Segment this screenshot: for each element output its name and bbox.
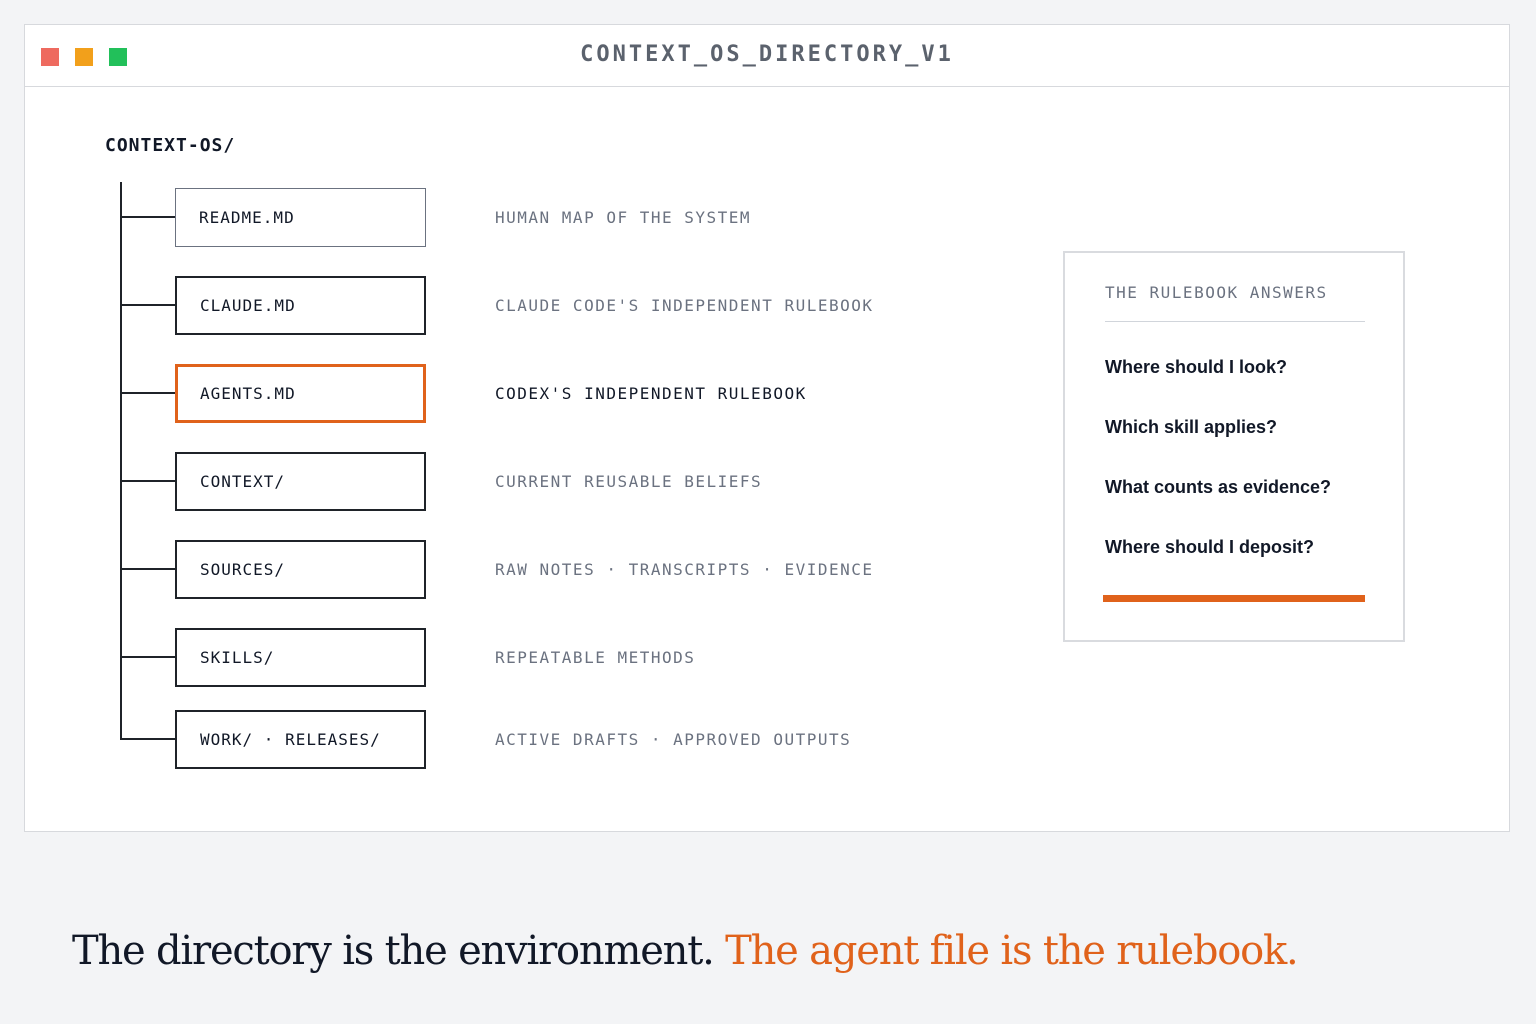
tree-node-label: SOURCES/ [200, 560, 286, 579]
tree-node-label: AGENTS.MD [200, 384, 296, 403]
tree-node-description: REPEATABLE METHODS [495, 648, 696, 667]
tree-node-skills[interactable]: SKILLS/ [175, 628, 426, 687]
rulebook-question: Where should I deposit? [1105, 537, 1315, 557]
tree-node-description: CURRENT REUSABLE BELIEFS [495, 472, 763, 491]
tree-node-description: RAW NOTES · TRANSCRIPTS · EVIDENCE [495, 560, 874, 579]
tree-node-label: WORK/ · RELEASES/ [200, 730, 381, 749]
panel-accent-bar [1103, 595, 1365, 602]
tree-branch-line [120, 392, 175, 394]
tree-node-label: SKILLS/ [200, 648, 275, 667]
root-folder-label: CONTEXT-OS/ [105, 135, 236, 156]
tree-branch-line [120, 216, 175, 218]
tree-branch-line [120, 304, 175, 306]
panel-title: THE RULEBOOK ANSWERS [1105, 283, 1328, 302]
tree-node-description: CODEX'S INDEPENDENT RULEBOOK [495, 384, 807, 403]
tree-branch-line [120, 480, 175, 482]
tree-node-label: README.MD [199, 208, 295, 227]
tree-node-description: HUMAN MAP OF THE SYSTEM [495, 208, 752, 227]
tree-branch-line [120, 568, 175, 570]
caption-accent: The agent file is the rulebook. [725, 928, 1299, 974]
tree-node-description: ACTIVE DRAFTS · APPROVED OUTPUTS [495, 730, 852, 749]
tree-node-claude[interactable]: CLAUDE.MD [175, 276, 426, 335]
tree-node-agents[interactable]: AGENTS.MD [175, 364, 426, 423]
tree-node-label: CONTEXT/ [200, 472, 286, 491]
rulebook-question: What counts as evidence? [1105, 477, 1332, 497]
rulebook-question: Which skill applies? [1105, 417, 1278, 437]
tree-branch-line [120, 656, 175, 658]
tree-node-context[interactable]: CONTEXT/ [175, 452, 426, 511]
window-titlebar: CONTEXT_OS_DIRECTORY_V1 [25, 25, 1509, 87]
caption: The directory is the environment. The ag… [72, 928, 1299, 974]
directory-window: CONTEXT_OS_DIRECTORY_V1 CONTEXT-OS/ READ… [24, 24, 1510, 832]
caption-main: The directory is the environment. [72, 928, 715, 974]
tree-node-sources[interactable]: SOURCES/ [175, 540, 426, 599]
tree-node-description: CLAUDE CODE'S INDEPENDENT RULEBOOK [495, 296, 874, 315]
rulebook-panel: THE RULEBOOK ANSWERS Where should I look… [1063, 251, 1405, 642]
tree-node-readme[interactable]: README.MD [175, 188, 426, 247]
window-title: CONTEXT_OS_DIRECTORY_V1 [580, 42, 954, 67]
panel-divider [1105, 321, 1365, 322]
tree-node-label: CLAUDE.MD [200, 296, 296, 315]
tree-node-work-releases[interactable]: WORK/ · RELEASES/ [175, 710, 426, 769]
rulebook-question: Where should I look? [1105, 357, 1288, 377]
tree-branch-line [120, 738, 175, 740]
